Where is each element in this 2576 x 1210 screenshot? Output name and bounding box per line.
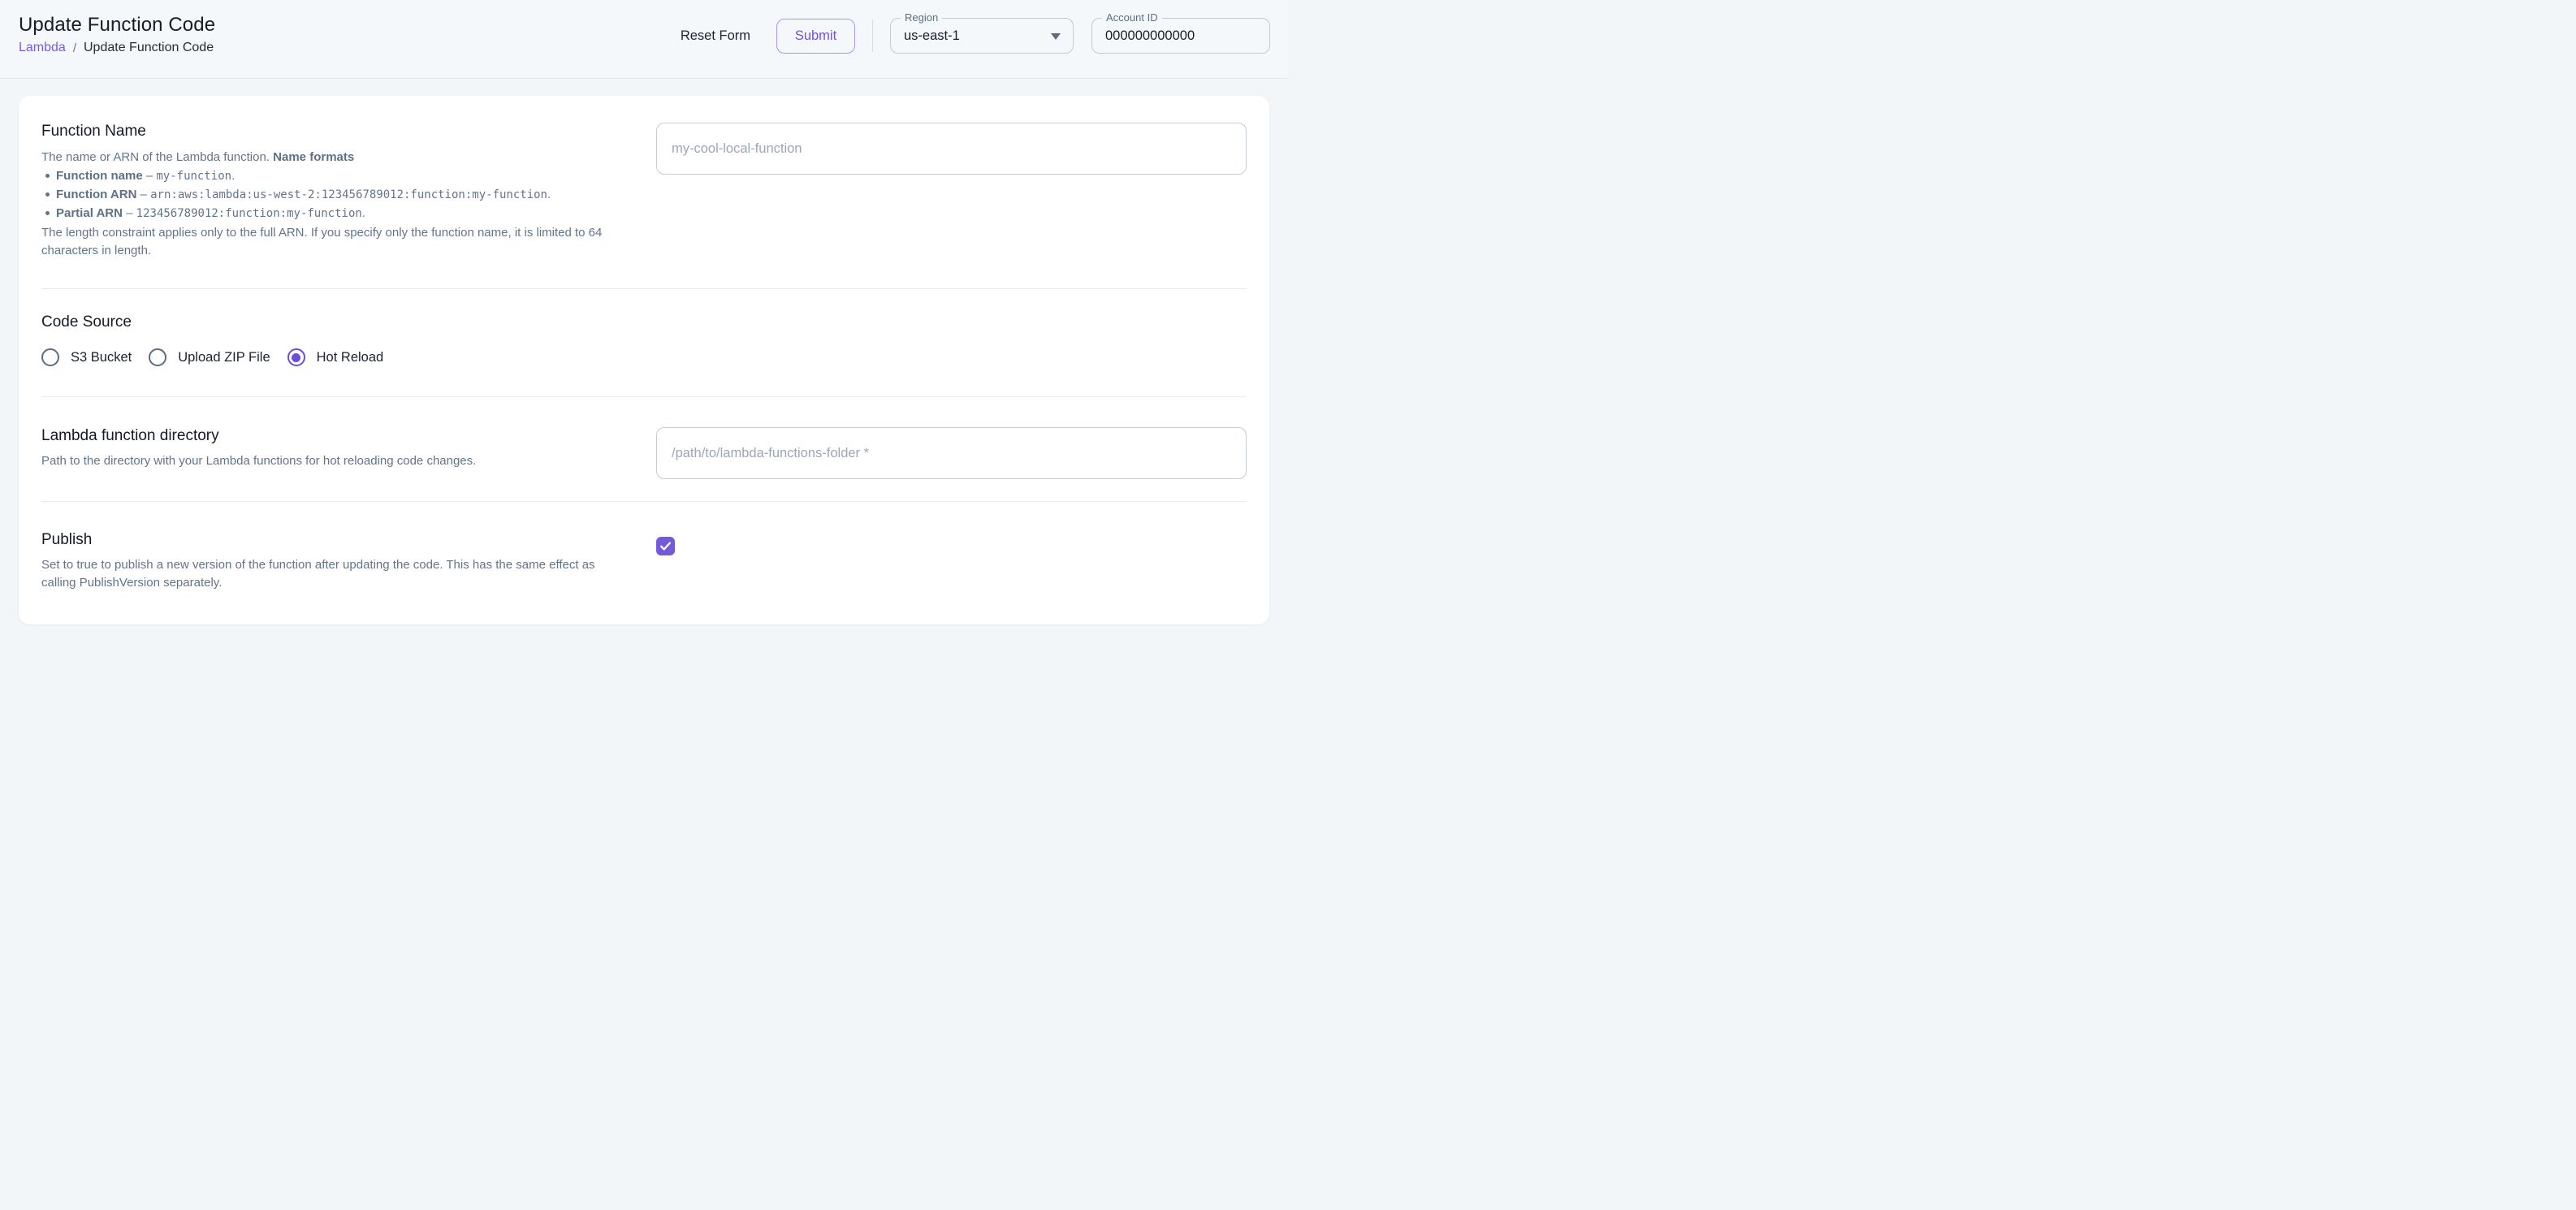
code-source-column: Code Source S3 Bucket Upload ZIP File Ho… xyxy=(41,313,635,366)
function-name-heading: Function Name xyxy=(41,123,635,140)
radio-label: Hot Reload xyxy=(317,350,384,365)
function-name-desc-bold: Name formats xyxy=(273,150,354,164)
name-format-list: Function name – my-function. Function AR… xyxy=(41,167,635,223)
radio-s3-bucket[interactable]: S3 Bucket xyxy=(41,348,132,366)
directory-text-column: Lambda function directory Path to the di… xyxy=(41,427,635,479)
bullet-label: Function ARN xyxy=(56,188,136,201)
breadcrumb-current: Update Function Code xyxy=(84,41,214,55)
publish-description: Set to true to publish a new version of … xyxy=(41,556,630,592)
function-name-input-column xyxy=(656,123,1247,260)
bullet-separator: – xyxy=(123,206,136,220)
function-name-desc-footer: The length constraint applies only to th… xyxy=(41,224,635,260)
radio-circle-selected-icon xyxy=(287,348,305,366)
lambda-directory-input[interactable] xyxy=(656,427,1247,479)
radio-hot-reload[interactable]: Hot Reload xyxy=(287,348,384,366)
chevron-down-icon xyxy=(1051,33,1061,40)
bullet-code: arn:aws:lambda:us-west-2:123456789012:fu… xyxy=(150,188,547,201)
directory-heading: Lambda function directory xyxy=(41,427,635,445)
publish-checkbox[interactable] xyxy=(656,537,675,555)
breadcrumb-lambda-link[interactable]: Lambda xyxy=(19,41,66,55)
bullet-code: my-function xyxy=(156,170,231,183)
code-source-heading: Code Source xyxy=(41,313,635,331)
bullet-code: 123456789012:function:my-function xyxy=(136,207,362,220)
reset-form-button[interactable]: Reset Form xyxy=(672,22,759,50)
directory-description: Path to the directory with your Lambda f… xyxy=(41,452,635,470)
bullet-label: Partial ARN xyxy=(56,206,123,220)
section-function-name: Function Name The name or ARN of the Lam… xyxy=(41,96,1247,288)
publish-checkbox-column xyxy=(656,531,1247,592)
function-name-desc-intro: The name or ARN of the Lambda function. xyxy=(41,150,273,164)
account-id-label: Account ID xyxy=(1102,11,1162,24)
bullet-period: . xyxy=(362,206,365,220)
radio-upload-zip-file[interactable]: Upload ZIP File xyxy=(149,348,270,366)
directory-input-column xyxy=(656,427,1247,479)
update-function-code-card: Function Name The name or ARN of the Lam… xyxy=(19,96,1269,624)
breadcrumb-separator: / xyxy=(73,41,76,55)
list-item: Function name – my-function. xyxy=(41,167,635,185)
checkmark-icon xyxy=(659,539,672,553)
radio-circle-icon xyxy=(41,348,59,366)
list-item: Function ARN – arn:aws:lambda:us-west-2:… xyxy=(41,186,635,204)
bullet-period: . xyxy=(231,169,235,183)
bullet-separator: – xyxy=(136,188,150,201)
header-actions: Reset Form Submit Region us-east-1 Accou… xyxy=(672,18,1270,54)
section-code-source: Code Source S3 Bucket Upload ZIP File Ho… xyxy=(41,289,1247,396)
publish-text-column: Publish Set to true to publish a new ver… xyxy=(41,531,635,592)
section-lambda-directory: Lambda function directory Path to the di… xyxy=(41,397,1247,501)
radio-label: Upload ZIP File xyxy=(178,350,270,365)
region-select[interactable]: Region us-east-1 xyxy=(890,18,1074,54)
code-source-empty-column xyxy=(656,313,1247,366)
code-source-radio-group: S3 Bucket Upload ZIP File Hot Reload xyxy=(41,348,635,366)
region-value: us-east-1 xyxy=(904,28,960,44)
breadcrumb: Lambda / Update Function Code xyxy=(19,41,214,55)
function-name-input[interactable] xyxy=(656,123,1247,175)
account-id-field: Account ID xyxy=(1091,18,1270,54)
submit-button[interactable]: Submit xyxy=(776,19,855,54)
bullet-label: Function name xyxy=(56,169,143,183)
account-id-input[interactable] xyxy=(1105,28,1256,44)
header-divider xyxy=(872,19,873,52)
section-publish: Publish Set to true to publish a new ver… xyxy=(41,502,1247,624)
function-name-text-column: Function Name The name or ARN of the Lam… xyxy=(41,123,635,260)
function-name-description: The name or ARN of the Lambda function. … xyxy=(41,149,635,260)
publish-heading: Publish xyxy=(41,531,635,549)
bullet-separator: – xyxy=(143,169,157,183)
page-title: Update Function Code xyxy=(19,14,215,37)
radio-circle-icon xyxy=(149,348,166,366)
page-header: Update Function Code Lambda / Update Fun… xyxy=(0,0,1288,79)
region-label: Region xyxy=(901,11,942,24)
bullet-period: . xyxy=(547,188,551,201)
radio-label: S3 Bucket xyxy=(71,350,132,365)
list-item: Partial ARN – 123456789012:function:my-f… xyxy=(41,205,635,223)
